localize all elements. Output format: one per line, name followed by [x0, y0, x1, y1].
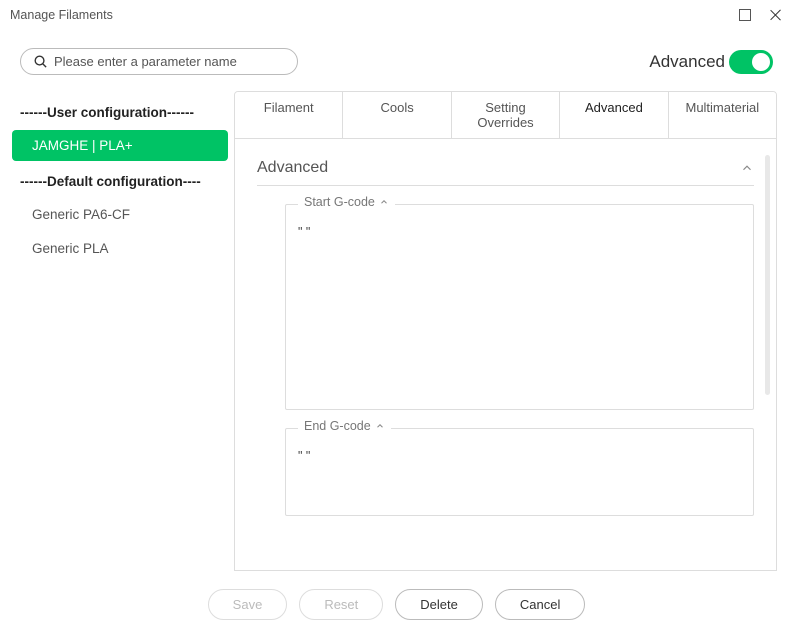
reset-button: Reset [299, 589, 383, 620]
chevron-up-icon[interactable] [379, 197, 389, 207]
start-gcode-fieldset: Start G-code " " [285, 204, 754, 410]
end-gcode-value[interactable]: " " [298, 439, 741, 463]
maximize-icon[interactable] [739, 9, 751, 21]
start-gcode-legend: Start G-code [304, 195, 375, 209]
tab-cools[interactable]: Cools [343, 92, 451, 138]
advanced-toggle[interactable] [729, 50, 773, 74]
scrollbar[interactable] [765, 155, 770, 395]
tab-setting-overrides[interactable]: Setting Overrides [452, 92, 560, 138]
chevron-up-icon[interactable] [375, 421, 385, 431]
titlebar: Manage Filaments [0, 0, 793, 30]
advanced-label: Advanced [649, 52, 725, 72]
section-title: Advanced [257, 159, 328, 177]
start-gcode-value[interactable]: " " [298, 215, 741, 239]
user-config-header: ------User configuration------ [12, 95, 228, 130]
sidebar-item-default-0[interactable]: Generic PA6-CF [12, 199, 228, 230]
search-input[interactable] [20, 48, 298, 75]
end-gcode-legend: End G-code [304, 419, 371, 433]
sidebar-item-default-1[interactable]: Generic PLA [12, 233, 228, 264]
tab-filament[interactable]: Filament [235, 92, 343, 138]
sidebar: ------User configuration------ JAMGHE | … [6, 91, 234, 571]
sidebar-item-user-0[interactable]: JAMGHE | PLA+ [12, 130, 228, 161]
main-content: Advanced Start G-code " " End G-code [234, 139, 777, 571]
default-config-header: ------Default configuration---- [12, 164, 228, 199]
delete-button[interactable]: Delete [395, 589, 483, 620]
tab-multimaterial[interactable]: Multimaterial [669, 92, 776, 138]
close-icon[interactable] [769, 8, 783, 22]
cancel-button[interactable]: Cancel [495, 589, 585, 620]
search-field[interactable] [54, 54, 285, 69]
save-button: Save [208, 589, 288, 620]
end-gcode-fieldset: End G-code " " [285, 428, 754, 516]
tabs: Filament Cools Setting Overrides Advance… [234, 91, 777, 139]
chevron-up-icon[interactable] [740, 161, 754, 175]
footer: Save Reset Delete Cancel [0, 571, 793, 620]
tab-advanced[interactable]: Advanced [560, 92, 668, 138]
window-title: Manage Filaments [10, 8, 113, 22]
search-icon [33, 54, 48, 69]
